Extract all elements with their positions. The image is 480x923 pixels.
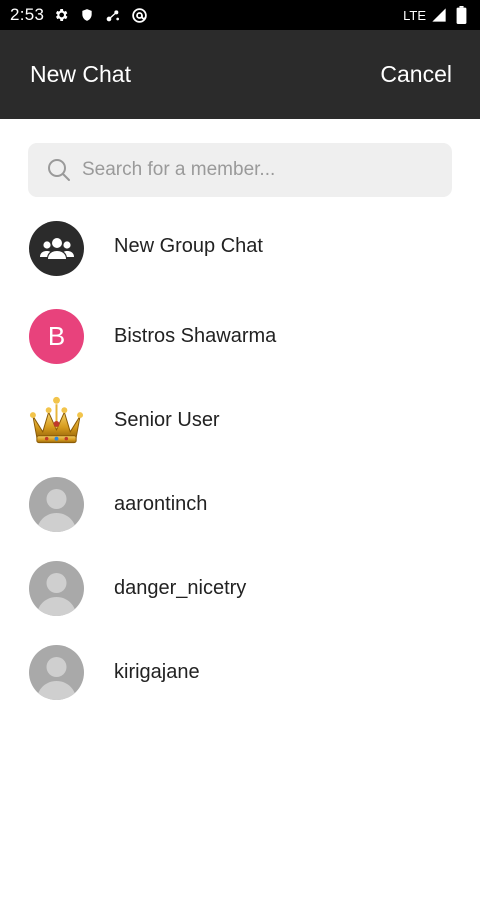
- app-header: New Chat Cancel: [0, 30, 480, 119]
- list-item-danger-nicetry[interactable]: danger_nicetry: [0, 546, 480, 630]
- list-item-label: aarontinch: [114, 492, 208, 515]
- avatar-letter: B: [47, 321, 66, 351]
- search-input[interactable]: [82, 159, 422, 181]
- list-item-kirigajane[interactable]: kirigajane: [0, 630, 480, 714]
- default-user-icon: [29, 645, 84, 700]
- battery-icon: [452, 6, 470, 24]
- gear-icon: [52, 6, 70, 24]
- status-bar: 2:53 LTE: [0, 0, 480, 30]
- network-icon: [104, 6, 122, 24]
- signal-icon: [430, 6, 448, 24]
- status-network-label: LTE: [403, 7, 426, 23]
- list-item-label: danger_nicetry: [114, 576, 247, 599]
- page-title: New Chat: [30, 61, 131, 87]
- shield-icon: [78, 6, 96, 24]
- list-item-label: Senior User: [114, 408, 220, 431]
- list-item-new-group-chat[interactable]: New Group Chat: [0, 204, 480, 288]
- search-icon: [46, 157, 72, 183]
- status-left: 2:53: [10, 5, 148, 25]
- group-icon: [29, 221, 84, 276]
- status-time: 2:53: [10, 5, 45, 24]
- default-user-icon: [29, 477, 84, 532]
- status-right: LTE: [403, 6, 470, 24]
- cancel-button[interactable]: Cancel: [380, 61, 452, 88]
- list-item-label: kirigajane: [114, 660, 200, 683]
- list-item-label: New Group Chat: [114, 234, 263, 257]
- list-item-label: Bistros Shawarma: [114, 324, 277, 347]
- list-item-senior-user[interactable]: Senior User: [0, 378, 480, 462]
- at-icon: [130, 6, 148, 24]
- list-item-bistros-shawarma[interactable]: B Bistros Shawarma: [0, 294, 480, 378]
- default-user-icon: [29, 561, 84, 616]
- avatar: B: [29, 309, 84, 364]
- search-box[interactable]: [28, 143, 452, 197]
- list-item-aarontinch[interactable]: aarontinch: [0, 462, 480, 546]
- crown-icon: [29, 392, 84, 447]
